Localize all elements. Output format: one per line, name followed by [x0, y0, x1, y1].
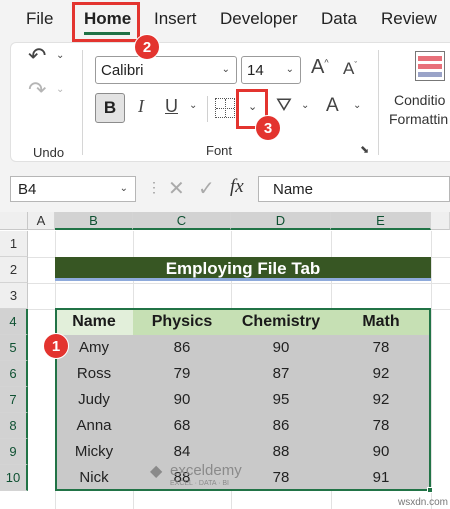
- tab-review[interactable]: Review: [381, 9, 437, 29]
- spreadsheet-grid[interactable]: A B C D E 1 2 3 4 5 6 7 8 9 10 Employing…: [0, 212, 450, 509]
- row-header-9[interactable]: 9: [0, 439, 28, 465]
- column-header-e[interactable]: E: [331, 212, 431, 230]
- underline-button[interactable]: U: [165, 96, 178, 117]
- font-dialog-launcher-icon[interactable]: ⬊: [360, 143, 369, 156]
- chevron-down-icon: ⌄: [119, 183, 128, 194]
- tab-data[interactable]: Data: [321, 9, 357, 29]
- conditional-formatting-label-2[interactable]: Formattin: [389, 111, 448, 127]
- column-header-a[interactable]: A: [28, 212, 55, 230]
- insert-function-button[interactable]: fx: [230, 176, 244, 198]
- redo-dropdown-icon[interactable]: ⌄: [56, 84, 64, 95]
- row-header-7[interactable]: 7: [0, 387, 28, 413]
- decrease-font-size-icon[interactable]: Aˇ: [343, 59, 357, 79]
- row-header-2[interactable]: 2: [0, 257, 28, 283]
- font-name-combo[interactable]: Calibri ⌄: [95, 56, 237, 84]
- borders-icon[interactable]: [215, 98, 235, 118]
- step-marker-3: 3: [255, 115, 281, 141]
- row-header-8[interactable]: 8: [0, 413, 28, 439]
- underline-dropdown-icon[interactable]: ⌄: [189, 100, 197, 111]
- watermark-site: wsxdn.com: [398, 497, 449, 508]
- enter-icon[interactable]: ✓: [198, 176, 215, 201]
- column-header-d[interactable]: D: [231, 212, 331, 230]
- selection-range: [55, 308, 431, 491]
- watermark-name: exceldemy: [170, 462, 242, 479]
- chevron-down-icon: ⌄: [285, 64, 294, 75]
- undo-icon[interactable]: ↶: [28, 43, 46, 69]
- tab-insert[interactable]: Insert: [154, 9, 197, 29]
- undo-group-label: Undo: [33, 145, 65, 160]
- highlight-home-tab: [72, 2, 140, 42]
- name-box[interactable]: B4 ⌄: [10, 176, 136, 202]
- cancel-icon[interactable]: ✕: [168, 176, 185, 201]
- conditional-formatting-icon[interactable]: [415, 51, 445, 81]
- font-name-value: Calibri: [101, 62, 144, 79]
- gridline: [431, 231, 432, 509]
- sheet-title[interactable]: Employing File Tab: [55, 257, 431, 281]
- column-header-more: [431, 212, 450, 230]
- gridline: [28, 283, 450, 284]
- chevron-down-icon: ⌄: [221, 64, 230, 75]
- tab-developer[interactable]: Developer: [220, 9, 298, 29]
- font-color-dropdown-icon[interactable]: ⌄: [353, 100, 361, 111]
- font-group-label: Font: [206, 143, 233, 158]
- watermark-logo-icon: ◆: [150, 463, 163, 480]
- formula-content: Name: [273, 181, 314, 198]
- group-divider: [82, 50, 83, 155]
- row-header-5[interactable]: 5: [0, 335, 28, 361]
- fill-color-icon[interactable]: ⛛: [276, 95, 292, 117]
- group-divider: [378, 50, 379, 155]
- italic-button[interactable]: I: [138, 96, 144, 117]
- fill-color-dropdown-icon[interactable]: ⌄: [301, 100, 309, 111]
- row-header-10[interactable]: 10: [0, 465, 28, 491]
- fill-handle[interactable]: [427, 487, 433, 493]
- divider: [207, 96, 208, 122]
- font-color-icon[interactable]: A: [326, 95, 339, 117]
- ribbon-tabs: File Home Insert Developer Data Review: [0, 0, 450, 38]
- tab-file[interactable]: File: [26, 9, 53, 29]
- row-header-1[interactable]: 1: [0, 231, 28, 257]
- conditional-formatting-label[interactable]: Conditio: [394, 92, 445, 108]
- redo-icon[interactable]: ↷: [28, 77, 46, 103]
- font-size-combo[interactable]: 14 ⌄: [241, 56, 301, 84]
- column-header-b[interactable]: B: [55, 212, 133, 230]
- step-marker-1: 1: [43, 333, 69, 359]
- font-size-value: 14: [247, 62, 264, 79]
- formula-input[interactable]: Name: [258, 176, 450, 202]
- more-options-icon: ⋮: [147, 179, 161, 195]
- bold-button[interactable]: B: [95, 93, 125, 123]
- increase-font-size-icon[interactable]: A^: [311, 56, 329, 79]
- row-header-4[interactable]: 4: [0, 309, 28, 335]
- name-box-value: B4: [18, 181, 37, 198]
- select-all-corner[interactable]: [0, 212, 28, 230]
- watermark-tagline: EXCEL · DATA · BI: [170, 480, 229, 487]
- step-marker-2: 2: [134, 34, 160, 60]
- row-header-3[interactable]: 3: [0, 283, 28, 309]
- column-header-c[interactable]: C: [133, 212, 231, 230]
- row-header-6[interactable]: 6: [0, 361, 28, 387]
- undo-dropdown-icon[interactable]: ⌄: [56, 50, 64, 61]
